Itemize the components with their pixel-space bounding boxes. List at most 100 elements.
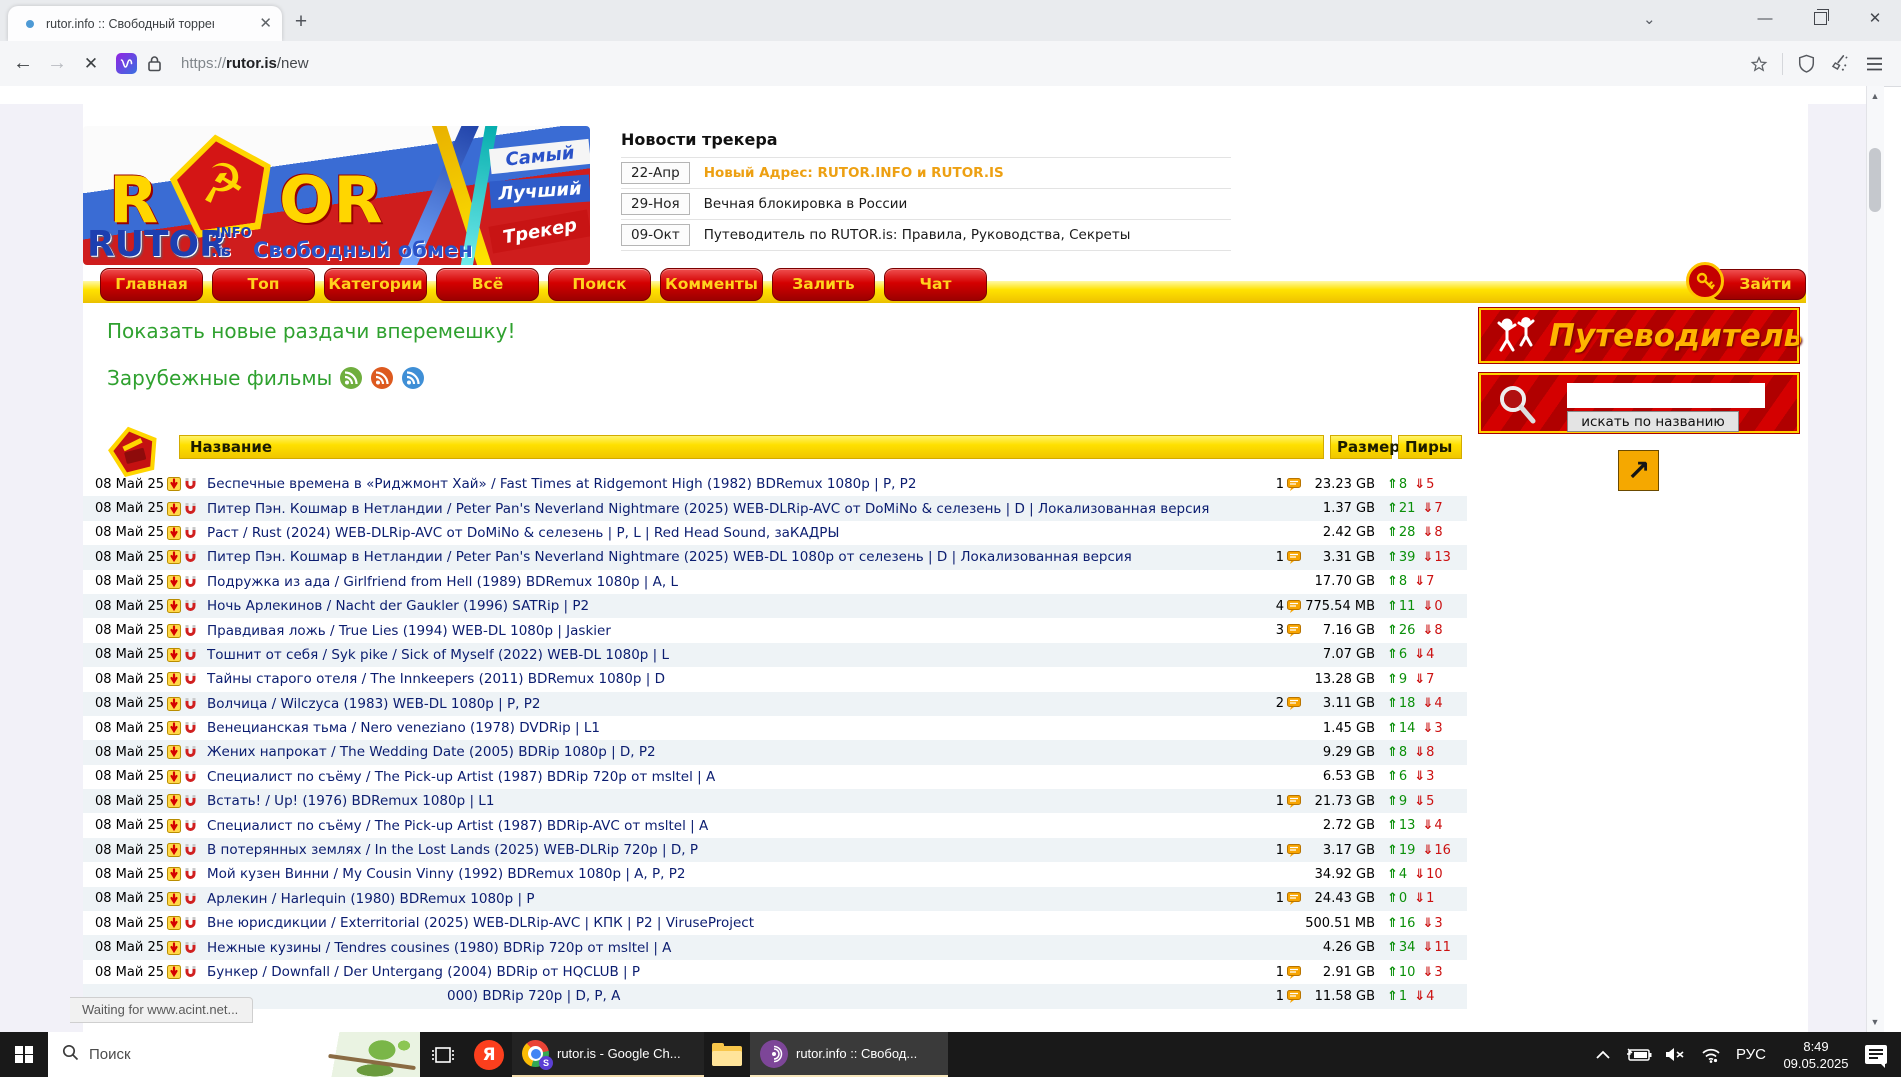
download-icon[interactable] [167, 599, 181, 613]
task-view-button[interactable] [420, 1032, 466, 1077]
download-icon[interactable] [167, 867, 181, 881]
download-icon[interactable] [167, 916, 181, 930]
extension-icon[interactable] [116, 53, 137, 74]
magnet-icon[interactable] [184, 892, 197, 906]
magnet-icon[interactable] [184, 648, 197, 662]
tor-browser-task-button[interactable]: rutor.info :: Свобод... [750, 1032, 948, 1077]
torrent-comments[interactable]: 1 [1243, 965, 1301, 980]
torrent-title-link[interactable]: Жених напрокат / The Wedding Date (2005)… [207, 744, 1301, 760]
torrent-comments[interactable]: 1 [1243, 794, 1301, 809]
torrent-title-link[interactable]: Специалист по съёму / The Pick-up Artist… [207, 769, 1301, 785]
sidebar-search-input[interactable] [1567, 383, 1765, 408]
magnet-icon[interactable] [184, 502, 197, 516]
action-center-icon[interactable] [1865, 1045, 1887, 1064]
torrent-title-link[interactable]: Бункер / Downfall / Der Untergang (2004)… [207, 964, 1243, 980]
wifi-icon[interactable] [1693, 1032, 1729, 1077]
torrent-title-link[interactable]: Нежные кузины / Tendres cousines (1980) … [207, 940, 1301, 956]
torrent-comments[interactable]: 1 [1243, 989, 1301, 1004]
download-icon[interactable] [167, 672, 181, 686]
yandex-browser-icon[interactable]: Я [466, 1032, 512, 1077]
torrent-title-link[interactable]: Правдивая ложь / True Lies (1994) WEB-DL… [207, 623, 1243, 639]
download-icon[interactable] [167, 965, 181, 979]
news-link[interactable]: Путеводитель по RUTOR.is: Правила, Руков… [690, 227, 1131, 243]
magnet-icon[interactable] [184, 867, 197, 881]
window-restore-button[interactable] [1795, 0, 1845, 38]
menu-icon[interactable] [1857, 49, 1891, 79]
download-icon[interactable] [167, 502, 181, 516]
magnet-icon[interactable] [184, 916, 197, 930]
stop-loading-button[interactable]: ✕ [74, 49, 108, 79]
nav-button[interactable]: Чат [884, 268, 987, 301]
torrent-title-link[interactable]: Ночь Арлекинов / Nacht der Gaukler (1996… [207, 598, 1243, 614]
chrome-task-button[interactable]: S rutor.is - Google Ch... [512, 1032, 704, 1077]
cleaner-broom-icon[interactable] [1823, 49, 1857, 79]
show-mixed-link[interactable]: Показать новые раздачи вперемешку! [107, 319, 516, 343]
clock[interactable]: 8:49 09.05.2025 [1773, 1038, 1859, 1072]
torrent-comments[interactable]: 1 [1243, 891, 1301, 906]
rss-orange-icon[interactable] [370, 366, 394, 390]
rss-blue-icon[interactable] [401, 366, 425, 390]
tray-chevron-icon[interactable] [1585, 1032, 1621, 1077]
magnet-icon[interactable] [184, 965, 197, 979]
magnet-icon[interactable] [184, 794, 197, 808]
login-key-icon[interactable] [1686, 262, 1724, 300]
download-icon[interactable] [167, 697, 181, 711]
magnet-icon[interactable] [184, 941, 197, 955]
torrent-title-link[interactable]: Тайны старого отеля / The Innkeepers (20… [207, 671, 1301, 687]
torrent-comments[interactable]: 1 [1243, 477, 1301, 492]
torrent-title-link[interactable]: 000) BDRip 720p | D, P, A [207, 988, 1243, 1004]
torrent-title-link[interactable]: В потерянных землях / In the Lost Lands … [207, 842, 1243, 858]
new-tab-button[interactable]: + [288, 9, 314, 35]
login-button[interactable]: Зайти [1711, 269, 1806, 300]
nav-button[interactable]: Комменты [660, 268, 763, 301]
torrent-title-link[interactable]: Специалист по съёму / The Pick-up Artist… [207, 818, 1301, 834]
download-icon[interactable] [167, 526, 181, 540]
guide-banner[interactable]: Путеводитель [1479, 308, 1799, 363]
magnet-icon[interactable] [184, 624, 197, 638]
torrent-comments[interactable]: 3 [1243, 623, 1301, 638]
magnet-icon[interactable] [184, 550, 197, 564]
search-highlight-image[interactable] [320, 1032, 420, 1077]
magnet-icon[interactable] [184, 599, 197, 613]
foreign-films-link[interactable]: Зарубежные фильмы [107, 366, 332, 390]
torrent-title-link[interactable]: Питер Пэн. Кошмар в Нетландии / Peter Pa… [207, 501, 1301, 517]
magnet-icon[interactable] [184, 819, 197, 833]
download-icon[interactable] [167, 941, 181, 955]
torrent-comments[interactable]: 1 [1243, 843, 1301, 858]
language-indicator[interactable]: РУС [1729, 1032, 1773, 1077]
rutor-logo-banner[interactable]: R ☭ OR Самый Лучший Трекер RUTOR .INFO .… [83, 126, 590, 265]
column-header-name[interactable]: Название [179, 435, 1324, 459]
scroll-up-arrow[interactable]: ▲ [1867, 88, 1883, 104]
start-button[interactable] [0, 1032, 48, 1077]
page-scrollbar[interactable]: ▲ ▼ [1866, 86, 1884, 1032]
news-link[interactable]: Вечная блокировка в России [690, 196, 908, 212]
download-icon[interactable] [167, 477, 181, 491]
magnet-icon[interactable] [184, 575, 197, 589]
counter-arrow-button[interactable]: ↗ [1618, 450, 1659, 491]
torrent-title-link[interactable]: Мой кузен Винни / My Cousin Vinny (1992)… [207, 866, 1301, 882]
magnet-icon[interactable] [184, 745, 197, 759]
nav-button[interactable]: Залить [772, 268, 875, 301]
shield-icon[interactable] [1789, 49, 1823, 79]
magnet-icon[interactable] [184, 770, 197, 784]
window-minimize-button[interactable]: — [1740, 0, 1790, 38]
column-header-peers[interactable]: Пиры [1398, 435, 1462, 459]
torrent-title-link[interactable]: Тошнит от себя / Syk pike / Sick of Myse… [207, 647, 1301, 663]
torrent-comments[interactable]: 4 [1243, 599, 1301, 614]
forward-button[interactable]: → [40, 49, 74, 79]
file-explorer-icon[interactable] [704, 1032, 750, 1077]
torrent-title-link[interactable]: Подружка из ада / Girlfriend from Hell (… [207, 574, 1301, 590]
battery-icon[interactable] [1621, 1032, 1657, 1077]
download-icon[interactable] [167, 648, 181, 662]
taskbar-search-field[interactable]: Поиск [48, 1032, 420, 1077]
magnet-icon[interactable] [184, 526, 197, 540]
bookmark-star-icon[interactable] [1742, 49, 1776, 79]
torrent-comments[interactable]: 1 [1243, 550, 1301, 565]
download-icon[interactable] [167, 575, 181, 589]
download-icon[interactable] [167, 624, 181, 638]
tab-search-chevron-icon[interactable]: ⌄ [1643, 10, 1656, 28]
magnet-icon[interactable] [184, 477, 197, 491]
nav-button[interactable]: Главная [100, 268, 203, 301]
download-icon[interactable] [167, 794, 181, 808]
download-icon[interactable] [167, 819, 181, 833]
